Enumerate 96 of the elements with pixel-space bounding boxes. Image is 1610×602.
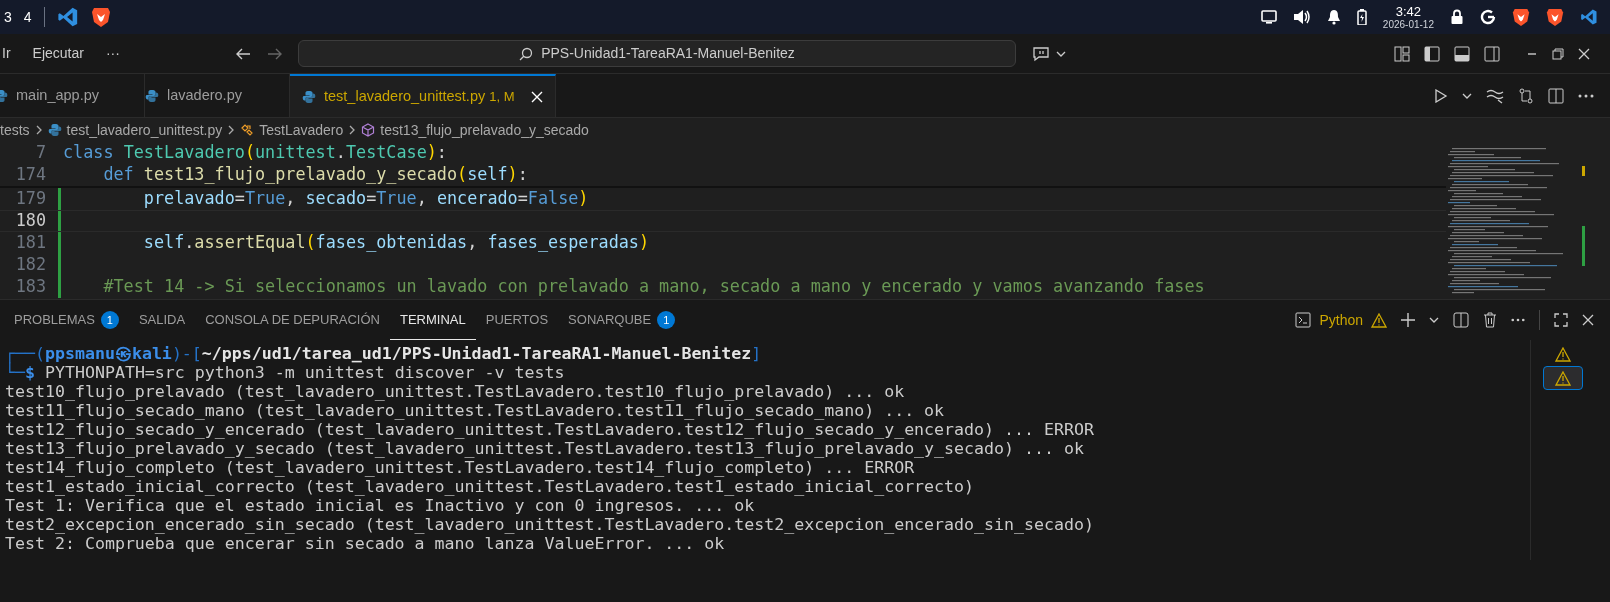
terminal-line: test11_flujo_secado_mano (test_lavadero_unittest.TestLavadero.test11_flujo_secado_mano) ... ok (5, 401, 946, 420)
close-icon[interactable] (1582, 314, 1594, 326)
code-line: prelavado=True, secado=True, encerado=False) (142, 187, 589, 211)
clock-date[interactable]: 2026-01-12 (1382, 19, 1434, 30)
panel-tab[interactable]: PROBLEMAS 1 (4, 300, 129, 340)
breadcrumb-item[interactable]: tests (0, 119, 30, 141)
line-number: 182 (14, 253, 47, 277)
sidebar-toggle-icon[interactable] (1424, 45, 1440, 62)
count-badge: 1 (100, 311, 119, 329)
chevron-down-icon[interactable] (1056, 49, 1066, 58)
browser-icon[interactable] (1512, 7, 1530, 27)
forward-arrow-icon[interactable] (267, 46, 283, 61)
terminal-profile-name[interactable]: Python (1319, 309, 1363, 331)
maximize-icon[interactable] (1554, 313, 1568, 327)
code-line: def test13_flujo_prelavado_y_secado(self): (102, 163, 528, 187)
line-number: 183 (14, 275, 47, 299)
chevron-right-icon (348, 125, 357, 135)
code-editor-icon[interactable] (1580, 8, 1598, 26)
split-editor-icon[interactable] (1548, 87, 1564, 104)
plus-icon[interactable] (1401, 313, 1415, 327)
editor-tab[interactable]: test_lavadero_unittest.py 1, M (290, 74, 556, 117)
split-terminal-icon[interactable] (1453, 312, 1469, 328)
close-icon[interactable] (1578, 47, 1590, 60)
back-arrow-icon[interactable] (235, 46, 251, 61)
code-editor-icon[interactable] (56, 6, 79, 28)
terminal-line: test13_flujo_prelavado_y_secado (test_lavadero_unittest.TestLavadero.test13_flujo_prelavado_y_secado) ... ok (5, 439, 1085, 458)
volume-icon[interactable] (1292, 9, 1311, 25)
line-number: 174 (14, 163, 47, 187)
line-number: 181 (14, 231, 47, 255)
minimap-drawing[interactable] (1446, 146, 1586, 296)
chevron-down-icon[interactable] (1429, 316, 1439, 324)
menu-item[interactable]: Ir (0, 43, 12, 64)
terminal-line: ┌──(ppsmanu㉿kali)-[~/pps/ud1/tarea_ud1/PPS-Unidad1-TareaRA1-Manuel-Benitez] (5, 344, 763, 363)
class-icon (240, 123, 255, 137)
warning-icon (1371, 312, 1387, 328)
terminal-line: Test 2: Comprueba que encerar sin secado a mano lanza ValueError. ... ok (5, 534, 726, 553)
breadcrumb-item[interactable]: TestLavadero (240, 119, 344, 141)
cube-icon (361, 123, 376, 137)
secondary-sidebar-icon[interactable] (1484, 45, 1500, 62)
trash-icon[interactable] (1483, 312, 1497, 328)
layout-icon[interactable] (1394, 45, 1410, 62)
run-icon[interactable] (1434, 88, 1448, 103)
terminal-line: test12_flujo_secado_y_encerado (test_lavadero_unittest.TestLavadero.test12_flujo_secado_y_encerado) ... ERROR (5, 420, 1095, 439)
workspace-number[interactable]: 3 (4, 6, 12, 28)
terminal-line: test1_estado_inicial_correcto (test_lavadero_unittest.TestLavadero.test1_estado_inicial_correcto) (5, 477, 976, 496)
terminal-list-item[interactable] (1543, 366, 1583, 390)
breadcrumb-item[interactable]: test13_flujo_prelavado_y_secado (361, 119, 589, 141)
python-file-icon (302, 89, 316, 104)
terminal-line: Test 1: Verifica que el estado inicial es Inactivo y con 0 ingresos. ... ok (5, 496, 756, 515)
more-icon[interactable] (1578, 93, 1594, 98)
terminal-line: └─$ PYTHONPATH=src python3 -m unittest discover -v tests (5, 363, 565, 382)
display-icon[interactable] (1260, 10, 1277, 24)
wave-icon[interactable] (1486, 87, 1504, 104)
python-file-icon (47, 123, 62, 137)
code-line: #Test 14 -> Si seleccionamos un lavado con prelavado a mano, secado a mano y encerado y vamos avanzando fases (102, 275, 1205, 299)
more-icon[interactable] (1511, 318, 1525, 322)
editor-tab[interactable]: main_app.py (0, 74, 145, 117)
browser-icon[interactable] (1546, 7, 1564, 27)
workspace-number[interactable]: 4 (23, 6, 32, 28)
line-number: 7 (34, 142, 47, 165)
bell-icon[interactable] (1326, 9, 1341, 25)
chevron-right-icon (227, 125, 236, 135)
warning-icon (1555, 346, 1571, 362)
command-center-text: PPS-Unidad1-TareaRA1-Manuel-Benitez (541, 44, 795, 63)
search-icon (519, 46, 534, 61)
code-line: self.assertEqual(fases_obtenidas, fases_esperadas) (142, 231, 650, 255)
python-file-icon (145, 88, 159, 103)
panel-tab[interactable]: SONARQUBE 1 (558, 300, 686, 340)
line-number: 180 (14, 209, 47, 233)
browser-icon[interactable] (90, 6, 111, 28)
breadcrumb-item[interactable]: test_lavadero_unittest.py (47, 119, 223, 141)
panel-tab[interactable]: PUERTOS (475, 300, 559, 340)
chevron-down-icon[interactable] (1462, 91, 1472, 100)
count-badge: 1 (657, 311, 676, 329)
compare-changes-icon[interactable] (1518, 87, 1534, 104)
google-icon[interactable] (1480, 9, 1496, 25)
panel-tab[interactable]: CONSOLA DE DEPURACIÓN (195, 300, 390, 340)
command-center-search[interactable]: PPS-Unidad1-TareaRA1-Manuel-Benitez (298, 40, 1016, 67)
battery-icon[interactable] (1356, 9, 1367, 25)
line-number: 179 (14, 187, 47, 211)
warning-icon (1555, 370, 1571, 386)
terminal-icon (1295, 312, 1312, 328)
clock-time[interactable]: 3:42 (1395, 4, 1422, 18)
terminal-line: test2_excepcion_encerado_sin_secado (test_lavadero_unittest.TestLavadero.test2_excepcion_encerado_sin_secado) (5, 515, 1095, 534)
terminal-line: test10_flujo_prelavado (test_lavadero_unittest.TestLavadero.test10_flujo_prelavado) ... ok (5, 382, 906, 401)
menu-item[interactable]: ··· (104, 43, 121, 64)
lock-icon[interactable] (1450, 9, 1464, 25)
restore-icon[interactable] (1552, 47, 1564, 60)
panel-tab[interactable]: SALIDA (128, 300, 196, 340)
chat-icon[interactable] (1032, 45, 1052, 62)
code-line: class TestLavadero(unittest.TestCase): (63, 142, 447, 165)
menu-item[interactable]: Ejecutar (31, 43, 85, 64)
panel-toggle-icon[interactable] (1454, 45, 1470, 62)
terminal-profile[interactable]: Python (1295, 309, 1387, 331)
terminal-line: test14_flujo_completo (test_lavadero_unittest.TestLavadero.test14_flujo_completo) ... ERROR (5, 458, 916, 477)
chevron-right-icon (34, 125, 43, 135)
